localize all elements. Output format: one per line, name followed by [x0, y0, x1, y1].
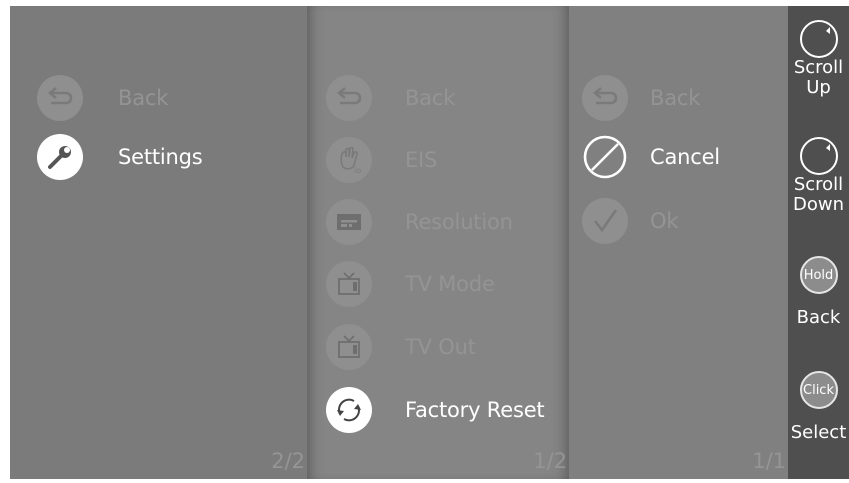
settings-menu-panel: Back io EIS Resolution TV Mode TV Out Fa… — [307, 6, 569, 479]
menu-item-label: Factory Reset — [405, 398, 545, 422]
menu-item-factory-reset[interactable]: Factory Reset — [326, 385, 545, 435]
rotate-icon — [799, 137, 838, 175]
menu-item-label: EIS — [405, 148, 438, 172]
scroll-up-label: Scroll — [793, 57, 844, 78]
back-arrow-icon — [582, 75, 628, 121]
back-arrow-icon — [37, 75, 83, 121]
hold-badge: Hold — [799, 256, 838, 294]
menu-item-back[interactable]: Back — [582, 73, 700, 123]
menu-item-label: TV Mode — [405, 272, 495, 296]
back-arrow-icon — [326, 75, 372, 121]
menu-item-label: Ok — [650, 209, 679, 233]
menu-item-label: Cancel — [650, 145, 720, 169]
scroll-up-label: Up — [806, 77, 831, 98]
wrench-icon — [37, 134, 83, 180]
scroll-down-label: Down — [792, 194, 844, 215]
menu-item-label: Back — [650, 86, 701, 110]
menu-item-tv-out[interactable]: TV Out — [326, 322, 476, 372]
menu-item-back[interactable]: Back — [326, 73, 455, 123]
menu-item-eis[interactable]: io EIS — [326, 135, 437, 185]
menu-item-label: Settings — [118, 145, 203, 169]
resolution-icon — [326, 199, 372, 245]
menu-item-tv-mode[interactable]: TV Mode — [326, 259, 495, 309]
menu-item-label: Back — [118, 86, 169, 110]
click-select-button[interactable]: Click Select — [788, 371, 849, 443]
page-indicator: 1/2 — [533, 449, 567, 473]
click-select-label: Select — [790, 422, 847, 443]
rotate-icon — [799, 20, 838, 58]
settings-panel: Back Settings 2/2 — [10, 6, 307, 479]
control-sidebar: Scroll Up Scroll Down Hold Back Click Se… — [788, 6, 849, 479]
scroll-down-label: Scroll — [793, 174, 844, 195]
eis-hand-icon: io — [326, 137, 372, 183]
page-indicator: 1/1 — [752, 449, 786, 473]
menu-item-ok[interactable]: Ok — [582, 196, 678, 246]
cancel-icon — [582, 134, 628, 180]
click-badge: Click — [799, 371, 838, 409]
menu-item-settings[interactable]: Settings — [37, 132, 203, 182]
menu-item-back[interactable]: Back — [37, 73, 168, 123]
menu-item-cancel[interactable]: Cancel — [582, 132, 720, 182]
menu-item-label: TV Out — [405, 335, 476, 359]
menu-item-label: Resolution — [405, 210, 513, 234]
page-indicator: 2/2 — [271, 449, 305, 473]
tv-icon — [326, 324, 372, 370]
tv-icon — [326, 261, 372, 307]
hold-back-button[interactable]: Hold Back — [788, 256, 849, 328]
svg-text:io: io — [354, 166, 361, 175]
checkmark-icon — [582, 198, 628, 244]
scroll-down-button[interactable]: Scroll Down — [788, 137, 849, 215]
menu-item-resolution[interactable]: Resolution — [326, 197, 513, 247]
refresh-icon — [326, 387, 372, 433]
factory-reset-confirm-panel: Back Cancel Ok 1/1 — [569, 6, 788, 479]
hold-back-label: Back — [796, 307, 841, 328]
menu-item-label: Back — [405, 86, 456, 110]
scroll-up-button[interactable]: Scroll Up — [788, 20, 849, 98]
